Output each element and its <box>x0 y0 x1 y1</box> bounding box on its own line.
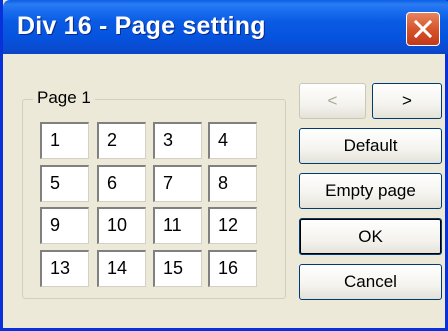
page-cell[interactable]: 2 <box>97 122 146 159</box>
next-page-button[interactable]: > <box>372 83 442 119</box>
page-cell[interactable]: 8 <box>208 165 257 202</box>
page-cell[interactable]: 6 <box>97 165 146 202</box>
page-cell[interactable]: 5 <box>40 165 89 202</box>
ok-button[interactable]: OK <box>299 218 442 255</box>
page-cell[interactable]: 11 <box>153 207 202 244</box>
page-cell[interactable]: 3 <box>153 122 202 159</box>
prev-page-button[interactable]: < <box>299 83 366 119</box>
page-cell[interactable]: 16 <box>208 250 257 287</box>
page-cell[interactable]: 14 <box>97 250 146 287</box>
page-cell[interactable]: 10 <box>97 207 146 244</box>
cancel-button[interactable]: Cancel <box>299 264 442 300</box>
dialog-window: Div 16 - Page setting Page 1 1 2 3 4 5 6… <box>0 0 448 331</box>
close-button[interactable] <box>406 12 440 46</box>
page-cell[interactable]: 4 <box>208 122 257 159</box>
window-title: Div 16 - Page setting <box>17 12 266 40</box>
default-button[interactable]: Default <box>299 128 442 164</box>
page-cell[interactable]: 9 <box>40 207 89 244</box>
page-cell[interactable]: 1 <box>40 122 89 159</box>
close-icon <box>414 20 432 38</box>
page-cell[interactable]: 12 <box>208 207 257 244</box>
page-group-label: Page 1 <box>33 88 95 108</box>
page-cell[interactable]: 15 <box>153 250 202 287</box>
page-cell[interactable]: 7 <box>153 165 202 202</box>
title-bar[interactable]: Div 16 - Page setting <box>3 0 448 54</box>
page-cell[interactable]: 13 <box>40 250 89 287</box>
empty-page-button[interactable]: Empty page <box>299 173 442 209</box>
